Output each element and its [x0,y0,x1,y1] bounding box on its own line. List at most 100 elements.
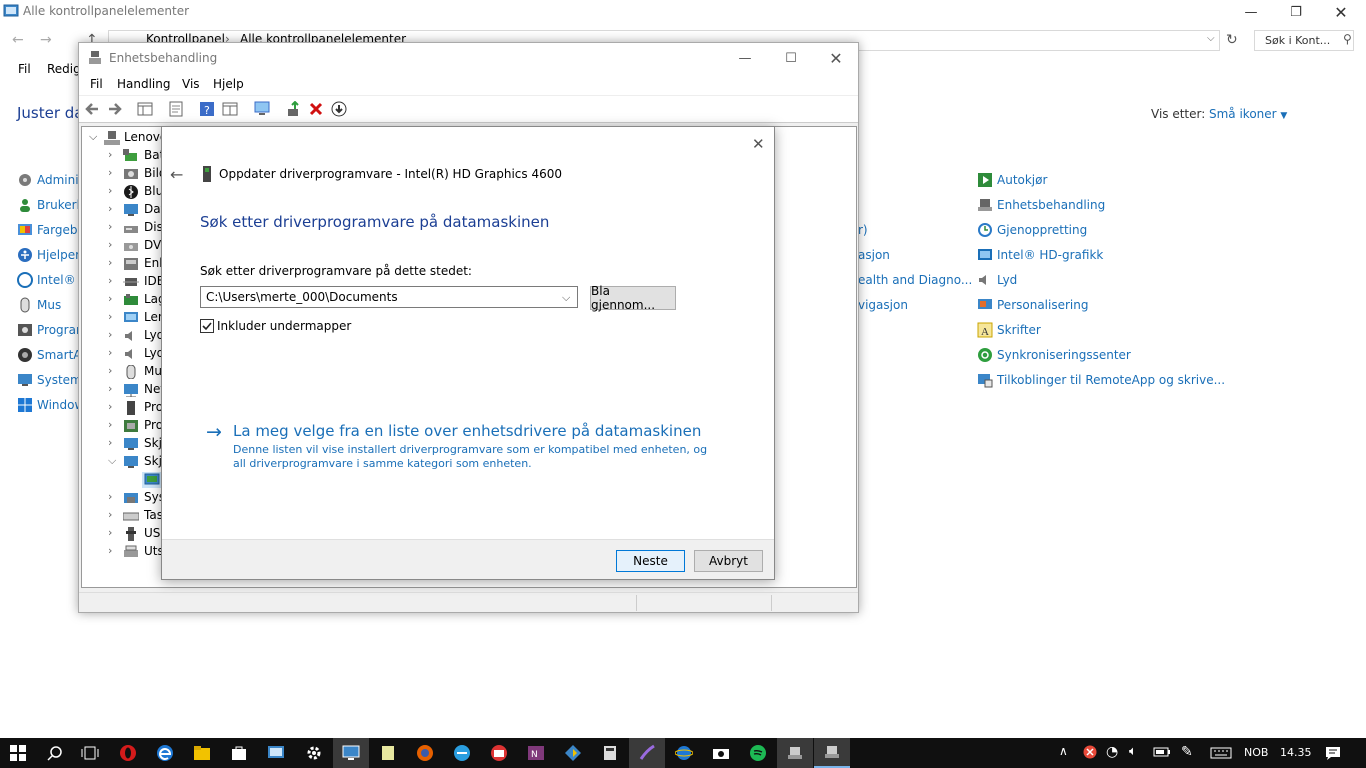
minimize-button[interactable]: — [722,46,768,70]
minimize-button[interactable]: — [1228,0,1274,24]
chevron-right-icon[interactable]: › [108,382,112,395]
include-subfolders-label[interactable]: Inkluder undermapper [217,319,351,333]
device-manager-taskbar-icon[interactable] [777,738,813,768]
chevron-right-icon[interactable]: › [108,526,112,539]
network-icon[interactable]: ◔ [1106,744,1118,760]
cancel-button[interactable]: Avbryt [694,550,763,572]
cp-item[interactable]: vigasjon [858,298,908,312]
forward-icon[interactable] [107,101,123,117]
chevron-down-icon[interactable]: ⌵ [108,454,116,468]
menu-view[interactable]: Vis [182,77,200,91]
maximize-button[interactable]: ☐ [768,46,814,70]
include-subfolders-checkbox[interactable] [200,319,214,333]
view-by-dropdown[interactable]: Små ikoner ▼ [1209,107,1287,121]
cp-item[interactable]: Skrifter [997,323,1041,337]
opera-icon[interactable] [110,738,146,768]
monitor-app-icon[interactable] [333,738,369,768]
cp-item[interactable]: Intel® HD-grafikk [997,248,1103,262]
battery-icon[interactable] [1153,746,1171,758]
control-panel-icon[interactable] [258,738,294,768]
sync-app-icon[interactable] [444,738,480,768]
chevron-right-icon[interactable]: › [108,544,112,557]
update-driver-icon[interactable] [286,101,302,117]
chevron-right-icon[interactable]: › [108,328,112,341]
help-icon[interactable]: ? [199,101,215,117]
download-icon[interactable] [331,101,347,117]
cp-item[interactable]: Enhetsbehandling [997,198,1105,212]
cp-item[interactable]: r) [858,223,868,237]
cp-item[interactable]: Gjenoppretting [997,223,1087,237]
task-view-icon[interactable] [72,738,108,768]
pick-driver-link[interactable]: La meg velge fra en liste over enhetsdri… [233,422,701,440]
settings-gear-icon[interactable] [296,738,332,768]
mail-icon[interactable] [481,738,517,768]
cp-item[interactable]: ealth and Diagno... [858,273,972,287]
search-input[interactable]: Søk i Kont... [1254,30,1354,51]
chevron-right-icon[interactable]: › [108,238,112,251]
path-combobox[interactable]: C:\Users\merte_000\Documents ⌵ [200,286,578,308]
menu-help[interactable]: Hjelp [213,77,244,91]
camera-icon[interactable] [703,738,739,768]
chevron-right-icon[interactable]: › [108,364,112,377]
store-icon[interactable] [221,738,257,768]
language-indicator[interactable]: NOB [1244,746,1268,759]
chevron-right-icon[interactable]: › [108,418,112,431]
chevron-right-icon[interactable]: › [108,148,112,161]
chevron-right-icon[interactable]: › [108,256,112,269]
back-arrow-icon[interactable]: ← [12,32,24,48]
next-button[interactable]: Neste [616,550,685,572]
close-button[interactable]: ✕ [1318,0,1364,24]
paint-app-icon[interactable] [555,738,591,768]
forward-arrow-icon[interactable]: → [40,32,52,48]
cp-item[interactable]: System [37,373,82,387]
pen-icon[interactable]: ✎ [1181,744,1193,760]
close-icon[interactable]: ✕ [752,135,765,153]
chevron-down-icon[interactable]: ⌵ [562,291,570,305]
calculator-icon[interactable] [592,738,628,768]
arrow-right-icon[interactable]: → [206,421,222,443]
menu-file[interactable]: Fil [90,77,103,91]
back-arrow-icon[interactable]: ← [170,165,183,184]
cp-item[interactable]: asjon [858,248,890,262]
browse-button[interactable]: Bla gjennom... [590,284,676,312]
uninstall-icon[interactable] [308,101,324,117]
cp-item[interactable]: Autokjør [997,173,1047,187]
pen-app-icon[interactable] [629,738,665,768]
chevron-right-icon[interactable]: › [108,184,112,197]
device-manager-taskbar-icon-2[interactable] [814,738,850,768]
scan-hardware-icon[interactable] [254,101,272,117]
chevron-right-icon[interactable]: › [108,436,112,449]
cp-item[interactable]: Lyd [997,273,1017,287]
restore-button[interactable]: ❐ [1273,0,1319,24]
properties-icon[interactable] [168,101,184,117]
cp-item[interactable]: Personalisering [997,298,1088,312]
chevron-right-icon[interactable]: › [108,292,112,305]
chevron-right-icon[interactable]: › [108,490,112,503]
chevron-right-icon[interactable]: › [108,166,112,179]
chevron-right-icon[interactable]: › [108,400,112,413]
volume-icon[interactable]: 🔈︎ [1129,744,1137,759]
close-button[interactable]: ✕ [813,46,859,70]
cp-item[interactable]: Tilkoblinger til RemoteApp og skrive... [997,373,1225,387]
chevron-up-icon[interactable]: ∧ [1059,744,1068,758]
chevron-right-icon[interactable]: › [108,310,112,323]
file-explorer-icon[interactable] [184,738,220,768]
menu-file[interactable]: Fil [18,62,31,76]
properties-pane-icon[interactable] [137,101,153,117]
path-value[interactable]: C:\Users\merte_000\Documents [206,290,398,304]
chevron-right-icon[interactable]: › [108,346,112,359]
chevron-right-icon[interactable]: › [108,508,112,521]
cp-item[interactable]: Mus [37,298,61,312]
search-icon[interactable] [37,738,73,768]
spotify-icon[interactable] [740,738,776,768]
view-pane-icon[interactable] [222,101,238,117]
start-button[interactable] [0,738,36,768]
keyboard-icon[interactable] [1210,747,1232,759]
chevron-right-icon[interactable]: › [108,220,112,233]
chevron-down-icon[interactable]: ⌵ [89,130,97,144]
cp-item[interactable]: Synkroniseringssenter [997,348,1131,362]
search-icon[interactable]: ⚲ [1343,32,1352,46]
clock[interactable]: 14.35 [1280,746,1312,759]
chevron-right-icon[interactable]: › [108,274,112,287]
chevron-right-icon[interactable]: › [108,202,112,215]
